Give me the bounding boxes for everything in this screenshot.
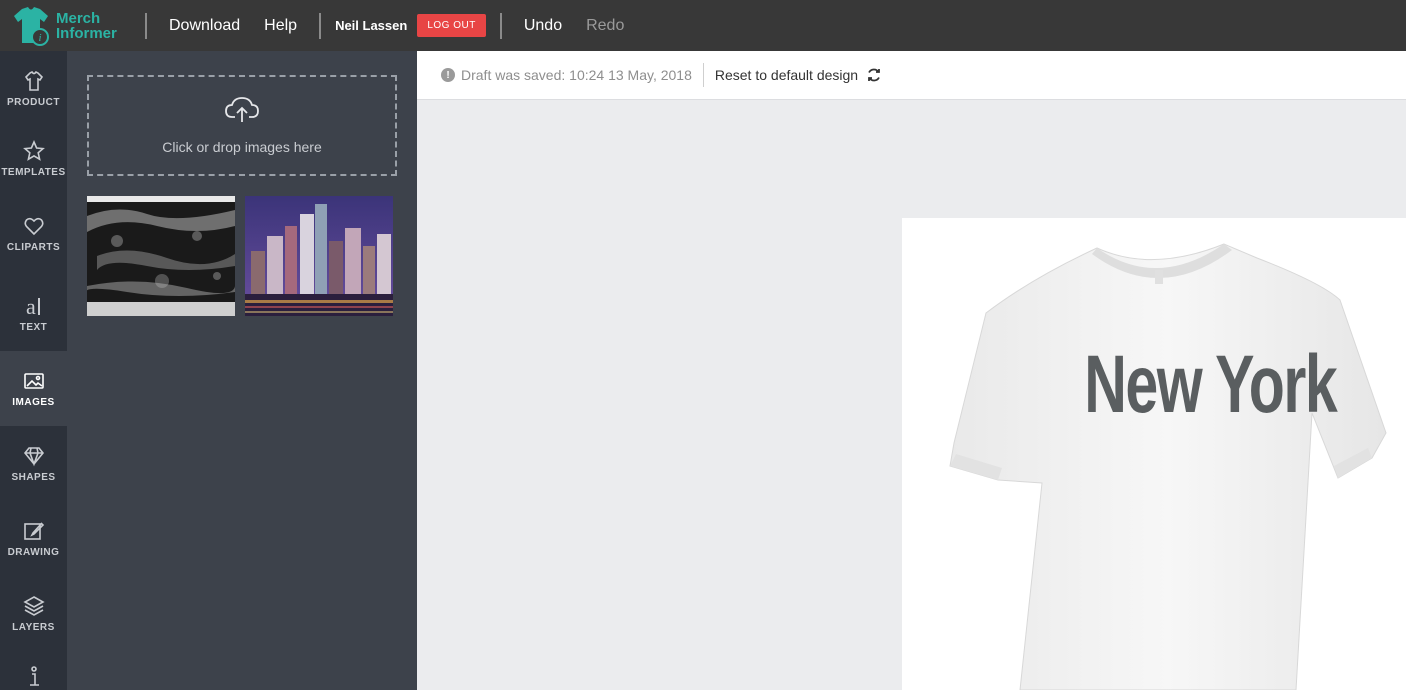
sidebar-item-more[interactable]: [0, 651, 67, 690]
dropzone-label: Click or drop images here: [162, 139, 322, 155]
download-button[interactable]: Download: [157, 17, 252, 35]
undo-button[interactable]: Undo: [512, 17, 574, 35]
logo-line-2: Informer: [56, 24, 117, 42]
divider: [145, 12, 147, 39]
tool-sidebar: PRODUCT TEMPLATES CLIPARTS a TEXT IMAGES…: [0, 51, 67, 690]
sidebar-item-images[interactable]: IMAGES: [0, 351, 67, 426]
sidebar-item-templates[interactable]: TEMPLATES: [0, 121, 67, 196]
shirt-icon: [22, 69, 46, 93]
info-icon: !: [441, 68, 455, 82]
refresh-icon: [868, 68, 880, 82]
divider: [702, 63, 704, 87]
status-bar: ! Draft was saved: 10:24 13 May, 2018 Re…: [417, 51, 1406, 100]
sidebar-item-cliparts[interactable]: CLIPARTS: [0, 196, 67, 271]
sidebar-item-label: TEXT: [19, 322, 48, 333]
sidebar-item-label: PRODUCT: [7, 97, 60, 108]
sidebar-item-drawing[interactable]: DRAWING: [0, 501, 67, 576]
help-button[interactable]: Help: [252, 17, 309, 35]
images-panel: Click or drop images here: [67, 51, 417, 690]
tshirt-mockup: [949, 243, 1387, 690]
sidebar-item-label: DRAWING: [7, 547, 60, 558]
sidebar-item-label: LAYERS: [12, 622, 55, 633]
logout-button[interactable]: LOG OUT: [417, 14, 486, 37]
info-figure-icon: [22, 665, 46, 689]
redo-button[interactable]: Redo: [574, 17, 636, 35]
sidebar-item-label: TEMPLATES: [1, 167, 66, 178]
sidebar-item-label: IMAGES: [12, 397, 55, 408]
divider: [499, 12, 502, 39]
image-dropzone[interactable]: Click or drop images here: [87, 75, 397, 176]
layers-icon: [22, 594, 46, 618]
text-icon: a: [22, 294, 46, 318]
sidebar-item-product[interactable]: PRODUCT: [0, 51, 67, 126]
svg-text:a: a: [26, 294, 36, 318]
cloud-upload-icon: [225, 96, 259, 129]
logo-line-1: Merch: [56, 9, 101, 27]
image-icon: [22, 369, 46, 393]
grunge-texture-image[interactable]: [87, 196, 235, 316]
design-text-new-york[interactable]: New York: [1084, 338, 1338, 432]
sidebar-item-shapes[interactable]: SHAPES: [0, 426, 67, 501]
draft-status-text: Draft was saved: 10:24 13 May, 2018: [461, 67, 692, 83]
svg-text:i: i: [38, 32, 41, 44]
sidebar-item-layers[interactable]: LAYERS: [0, 576, 67, 651]
user-name: Neil Lassen: [335, 18, 408, 33]
divider: [319, 12, 322, 39]
sidebar-item-label: SHAPES: [11, 472, 56, 483]
heart-icon: [22, 214, 46, 238]
shirt-logo-icon: i: [14, 6, 49, 46]
reset-design-button[interactable]: Reset to default design: [715, 67, 882, 83]
sidebar-item-text[interactable]: a TEXT: [0, 276, 67, 351]
sidebar-item-label: CLIPARTS: [6, 242, 61, 253]
design-canvas[interactable]: New York: [417, 100, 1406, 690]
app-logo[interactable]: i Merch Informer: [10, 0, 135, 51]
reset-label: Reset to default design: [714, 67, 859, 83]
star-icon: [22, 139, 46, 163]
pencil-icon: [22, 519, 46, 543]
product-preview[interactable]: New York: [902, 218, 1406, 690]
city-skyline-image[interactable]: [245, 196, 393, 316]
top-bar: i Merch Informer Download Help Neil Lass…: [0, 0, 1406, 51]
diamond-icon: [22, 444, 46, 468]
